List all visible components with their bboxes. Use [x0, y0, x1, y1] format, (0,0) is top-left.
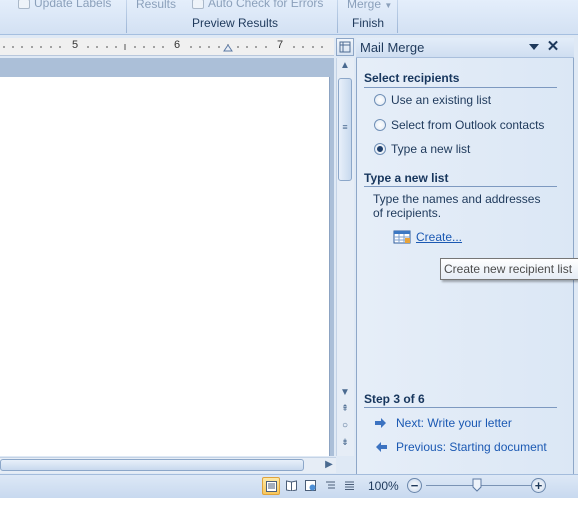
update-labels-label: Update Labels [34, 0, 112, 10]
next-page-icon[interactable]: ⇟ [336, 437, 354, 448]
print-layout-icon [266, 481, 277, 492]
step-indicator: Step 3 of 6 [364, 392, 425, 406]
pane-options-dropdown-icon[interactable] [529, 40, 539, 54]
finish-merge-button[interactable]: Merge ▼ [347, 0, 392, 11]
update-labels-icon [18, 0, 30, 9]
pane-title: Mail Merge [360, 40, 425, 55]
scroll-right-icon[interactable]: ▶ [320, 459, 338, 470]
draft-icon [345, 481, 354, 490]
ribbon-separator [397, 0, 398, 33]
grip-icon: ≡ [342, 122, 348, 132]
document-page[interactable] [0, 77, 330, 456]
previous-page-icon[interactable]: ⇞ [336, 403, 354, 414]
ribbon-separator [126, 0, 127, 33]
horizontal-scroll-thumb[interactable] [0, 459, 304, 471]
finish-merge-label: Merge [347, 0, 382, 11]
section-divider [364, 407, 557, 408]
scroll-up-icon[interactable]: ▲ [336, 60, 354, 71]
scroll-down-icon[interactable]: ▼ [336, 387, 354, 398]
zoom-level[interactable]: 100% [368, 479, 399, 493]
create-link-text[interactable]: Create... [416, 230, 462, 244]
previous-step-label[interactable]: Previous: Starting document [396, 440, 547, 454]
arrow-right-icon [375, 418, 386, 428]
ruler-number: 7 [277, 39, 284, 51]
new-list-icon [393, 230, 411, 244]
dropdown-arrow-icon: ▼ [384, 1, 393, 10]
ribbon-separator [337, 0, 338, 33]
view-ruler-button[interactable] [336, 38, 354, 56]
draft-view-button[interactable] [341, 477, 359, 495]
auto-check-icon [192, 0, 204, 9]
web-layout-icon [305, 480, 316, 491]
print-layout-view-button[interactable] [262, 477, 280, 495]
ruler-toggle-icon [339, 41, 351, 53]
select-recipients-heading: Select recipients [364, 71, 460, 85]
indent-marker-icon [223, 44, 233, 52]
window-bottom-edge [0, 498, 578, 511]
update-labels-button[interactable]: Update Labels [18, 0, 111, 10]
outline-icon [326, 481, 335, 489]
zoom-slider-thumb[interactable] [472, 478, 482, 492]
zoom-in-icon[interactable]: + [531, 478, 546, 493]
auto-check-label: Auto Check for Errors [208, 0, 324, 10]
next-step-label[interactable]: Next: Write your letter [396, 416, 512, 430]
horizontal-ruler[interactable]: 5 6 7 [0, 38, 334, 56]
tooltip: Create new recipient list [440, 258, 578, 280]
type-new-list-description: Type the names and addresses of recipien… [373, 192, 541, 220]
type-new-list-heading: Type a new list [364, 171, 449, 185]
radio-label: Use an existing list [391, 93, 492, 107]
ruler-ticks [3, 44, 323, 52]
arrow-left-icon [376, 442, 387, 452]
radio-button-selected[interactable] [374, 143, 386, 155]
section-divider [364, 186, 557, 187]
full-screen-reading-button[interactable] [283, 477, 301, 495]
ruler-number: 5 [72, 39, 79, 51]
results-button[interactable]: Results [136, 0, 176, 11]
section-divider [364, 87, 557, 88]
zoom-out-icon[interactable]: − [407, 478, 422, 493]
radio-button[interactable] [374, 94, 386, 106]
select-browse-object-icon[interactable]: ○ [336, 420, 354, 431]
results-label: Results [136, 0, 177, 11]
reading-view-icon [286, 480, 297, 491]
auto-check-button[interactable]: Auto Check for Errors [192, 0, 323, 10]
web-layout-button[interactable] [302, 477, 320, 495]
outline-view-button[interactable] [322, 477, 340, 495]
radio-label: Type a new list [391, 142, 471, 156]
finish-group-label: Finish [352, 16, 385, 30]
radio-label: Select from Outlook contacts [391, 118, 545, 132]
preview-results-group-label: Preview Results [192, 16, 279, 30]
close-icon[interactable]: ✕ [546, 38, 560, 56]
radio-button[interactable] [374, 119, 386, 131]
ruler-number: 6 [174, 39, 181, 51]
